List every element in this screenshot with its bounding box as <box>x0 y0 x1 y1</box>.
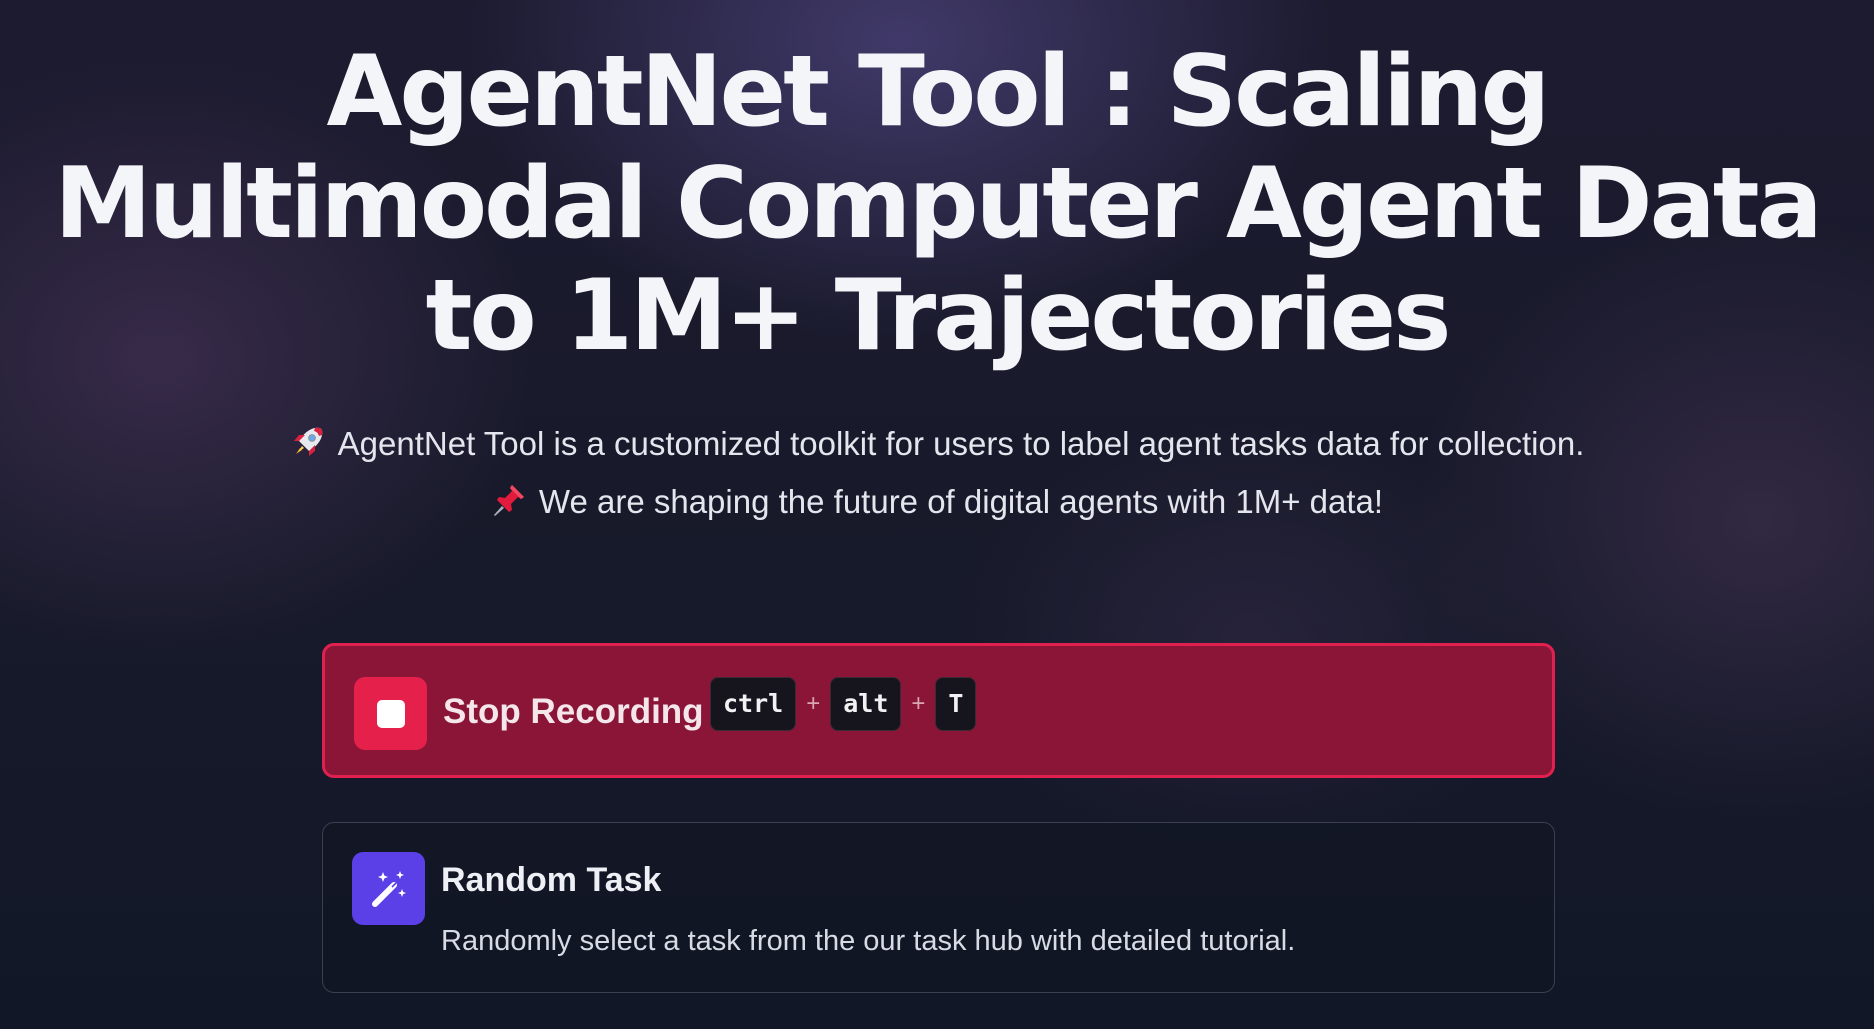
pushpin-icon <box>493 485 524 516</box>
rocket-icon <box>293 427 322 456</box>
task-icon-tile <box>352 852 425 925</box>
keyboard-shortcut: ctrl + alt + T <box>710 677 977 731</box>
shortcut-key-t: T <box>935 677 977 731</box>
hero-description: AgentNet Tool is a customized toolkit fo… <box>0 415 1874 531</box>
stop-recording-button[interactable] <box>354 677 427 750</box>
shortcut-separator: + <box>911 690 926 717</box>
intro-line: AgentNet Tool is a customized toolkit fo… <box>0 415 1874 473</box>
recording-panel: Stop Recording ctrl + alt + T <box>322 643 1555 778</box>
stop-recording-label[interactable]: Stop Recording <box>443 686 704 738</box>
page-title: AgentNet Tool : Scaling Multimodal Compu… <box>54 35 1822 373</box>
random-task-description: Randomly select a task from the our task… <box>441 925 1296 957</box>
random-task-title: Random Task <box>441 861 662 899</box>
mission-line: We are shaping the future of digital age… <box>0 473 1874 531</box>
shortcut-separator: + <box>806 690 821 717</box>
stop-icon <box>376 699 405 728</box>
hero-header: AgentNet Tool : Scaling Multimodal Compu… <box>0 36 1874 372</box>
magic-wand-icon <box>371 870 406 907</box>
shortcut-key-alt: alt <box>830 677 902 731</box>
shortcut-key-ctrl: ctrl <box>710 677 797 731</box>
intro-text: AgentNet Tool is a customized toolkit fo… <box>337 425 1585 462</box>
mission-text: We are shaping the future of digital age… <box>538 483 1384 520</box>
random-task-card[interactable]: Random Task Randomly select a task from … <box>322 822 1555 993</box>
